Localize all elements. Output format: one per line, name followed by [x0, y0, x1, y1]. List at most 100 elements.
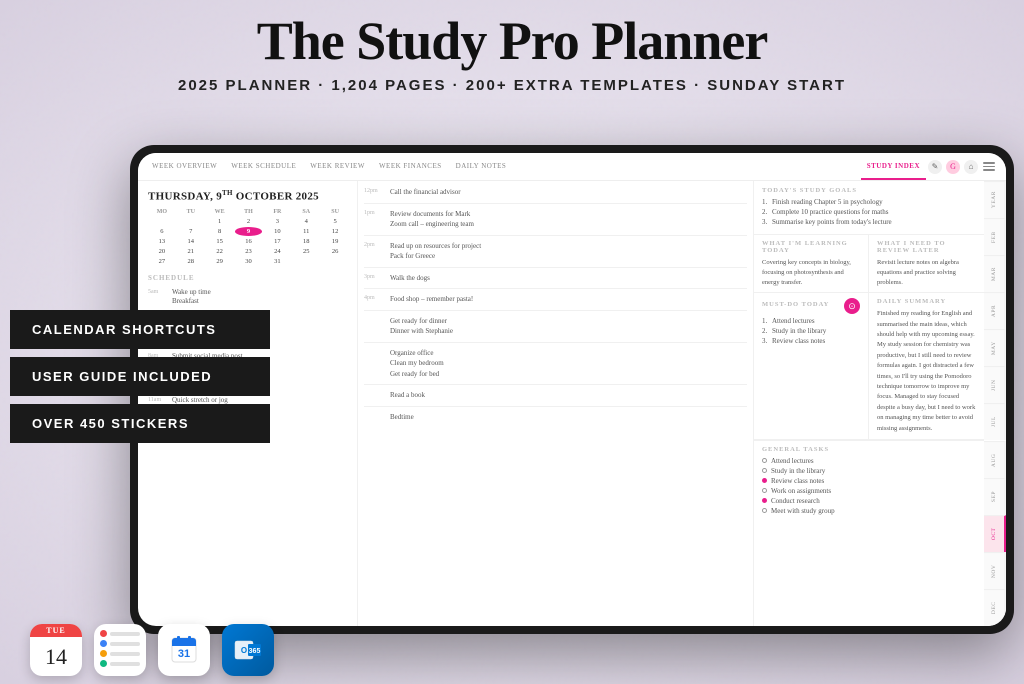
cal-day[interactable]: 10: [263, 227, 291, 236]
general-tasks: GENERAL TASKS Attend lectures Study in t…: [754, 440, 984, 522]
cal-day[interactable]: 22: [206, 247, 234, 256]
task-text: Study in the library: [771, 467, 825, 475]
sidebar-tab-jul[interactable]: JUL: [984, 403, 1006, 440]
cal-day-today[interactable]: 9: [235, 227, 263, 236]
cal-day[interactable]: 27: [148, 257, 176, 266]
cal-day[interactable]: 15: [206, 237, 234, 246]
cal-day[interactable]: 24: [263, 247, 291, 256]
cal-day[interactable]: [321, 257, 349, 266]
sidebar-tab-sep[interactable]: SEP: [984, 478, 1006, 515]
must-do-label: MUST-DO TODAY: [762, 301, 829, 308]
sidebar-tab-jun[interactable]: JUN: [984, 366, 1006, 403]
cal-day[interactable]: 19: [321, 237, 349, 246]
sched-time: 4pm: [364, 294, 386, 301]
cal-day[interactable]: 23: [235, 247, 263, 256]
must-do-summary-row: MUST-DO TODAY ⊙ Attend lectures Study in…: [754, 293, 984, 440]
cal-day[interactable]: 26: [321, 247, 349, 256]
cal-day[interactable]: 18: [292, 237, 320, 246]
cal-day[interactable]: 31: [263, 257, 291, 266]
google-calendar-icon[interactable]: 31: [158, 624, 210, 676]
reminder-line: [100, 650, 140, 657]
task-item: Conduct research: [762, 497, 976, 505]
cal-day[interactable]: 20: [148, 247, 176, 256]
schedule-item: Read a book: [364, 390, 747, 401]
reminder-text: [110, 632, 140, 636]
cal-day[interactable]: 21: [177, 247, 205, 256]
cal-day[interactable]: 16: [235, 237, 263, 246]
cal-day[interactable]: 7: [177, 227, 205, 236]
cal-day[interactable]: 5: [321, 217, 349, 226]
tab-study-index[interactable]: STUDY INDEX: [861, 153, 926, 180]
cal-day[interactable]: 13: [148, 237, 176, 246]
feature-user-guide: USER GUIDE INCLUDED: [10, 357, 270, 396]
sched-divider: [364, 235, 747, 236]
tab-week-review[interactable]: WEEK REVIEW: [304, 153, 371, 180]
reminders-widget[interactable]: [94, 624, 146, 676]
cal-day[interactable]: 11: [292, 227, 320, 236]
middle-scroll: 12pm Call the financial advisor 1pm Revi…: [358, 181, 753, 626]
tab-week-overview[interactable]: WEEK OVERVIEW: [146, 153, 223, 180]
schedule-item: Get ready for dinnerDinner with Stephani…: [364, 316, 747, 337]
sidebar-tab-aug[interactable]: AUG: [984, 441, 1006, 478]
tab-week-finances[interactable]: WEEK FINANCES: [373, 153, 448, 180]
cal-day[interactable]: 14: [177, 237, 205, 246]
nav-icon-2[interactable]: G: [946, 160, 960, 174]
sched-time: [364, 316, 386, 317]
outlook-icon[interactable]: O 365: [222, 624, 274, 676]
sidebar-tab-year[interactable]: YEAR: [984, 181, 1006, 218]
cal-day[interactable]: 12: [321, 227, 349, 236]
cal-day-th: TH: [235, 209, 263, 215]
cal-day[interactable]: 30: [235, 257, 263, 266]
calendar-widget[interactable]: TUE 14: [30, 624, 82, 676]
cal-day[interactable]: 1: [206, 217, 234, 226]
sidebar-tab-apr[interactable]: APR: [984, 292, 1006, 329]
cal-day[interactable]: 25: [292, 247, 320, 256]
cal-day-mo: MO: [148, 209, 176, 215]
task-dot: [762, 508, 767, 513]
cal-day[interactable]: 28: [177, 257, 205, 266]
must-do-2: Study in the library: [762, 327, 860, 335]
sched-divider: [364, 406, 747, 407]
task-text: Attend lectures: [771, 457, 814, 465]
cal-day[interactable]: 3: [263, 217, 291, 226]
cal-day[interactable]: 8: [206, 227, 234, 236]
svg-text:31: 31: [178, 648, 190, 660]
menu-button[interactable]: [980, 159, 998, 174]
sched-time: [364, 348, 386, 349]
nav-icon-3[interactable]: ⌂: [964, 160, 978, 174]
reminder-dot-yellow: [100, 650, 107, 657]
tab-week-schedule[interactable]: WEEK SCHEDULE: [225, 153, 302, 180]
sidebar-tab-feb[interactable]: FEB: [984, 218, 1006, 255]
cal-day[interactable]: [148, 217, 176, 226]
cal-day[interactable]: [177, 217, 205, 226]
cal-day[interactable]: 2: [235, 217, 263, 226]
reminder-dot-blue: [100, 640, 107, 647]
tab-daily-notes[interactable]: DAILY NOTES: [450, 153, 513, 180]
sidebar-tab-nov[interactable]: NOV: [984, 552, 1006, 589]
cal-grid: 1 2 3 4 5 6 7 8 9 10 11 12 13 14: [148, 217, 349, 266]
task-item: Attend lectures: [762, 457, 976, 465]
must-do-1: Attend lectures: [762, 317, 860, 325]
cal-day[interactable]: 6: [148, 227, 176, 236]
sched-content: Walk the dogs: [390, 273, 430, 284]
tablet-nav: WEEK OVERVIEW WEEK SCHEDULE WEEK REVIEW …: [138, 153, 1006, 181]
schedule-text: Wake up timeBreakfast: [172, 288, 211, 308]
sidebar-tab-may[interactable]: MAY: [984, 329, 1006, 366]
study-goals-section: TODAY'S STUDY GOALS Finish reading Chapt…: [754, 181, 984, 235]
task-dot: [762, 458, 767, 463]
target-icon: ⊙: [844, 298, 860, 314]
review-text: Revisit lecture notes on algebra equatio…: [877, 258, 976, 287]
schedule-item: 12pm Call the financial advisor: [364, 187, 747, 198]
nav-icon-1[interactable]: ✎: [928, 160, 942, 174]
schedule-item: Bedtime: [364, 412, 747, 423]
cal-day[interactable]: [292, 257, 320, 266]
cal-day[interactable]: 29: [206, 257, 234, 266]
cal-day[interactable]: 4: [292, 217, 320, 226]
schedule-item: 1pm Review documents for MarkZoom call –…: [364, 209, 747, 230]
sidebar-tab-mar[interactable]: MAR: [984, 255, 1006, 292]
cal-day[interactable]: 17: [263, 237, 291, 246]
sidebar-tab-oct[interactable]: OCT: [984, 515, 1006, 552]
sidebar-tab-dec[interactable]: DEC: [984, 589, 1006, 626]
must-do-col: MUST-DO TODAY ⊙ Attend lectures Study in…: [754, 293, 869, 439]
reminder-text: [110, 642, 140, 646]
